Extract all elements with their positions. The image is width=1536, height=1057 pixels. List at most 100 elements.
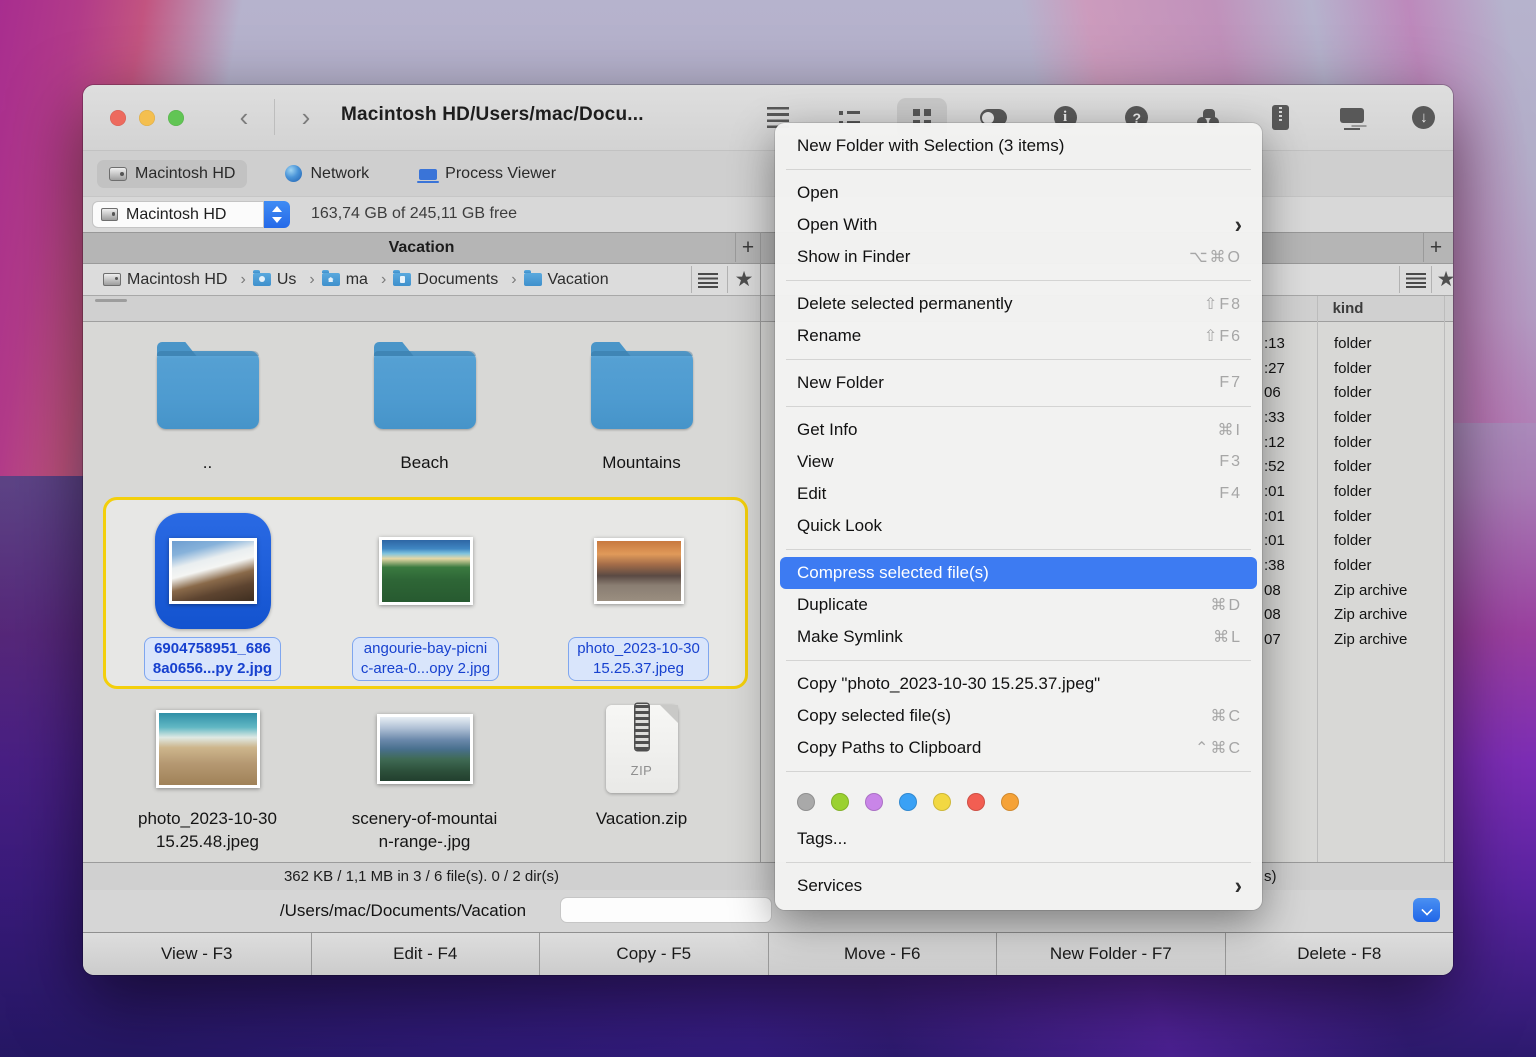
file-item[interactable]: angourie-bay-picni c-area-0...opy 2.jpg — [319, 509, 532, 681]
table-row[interactable]: :12 folder — [1264, 430, 1450, 455]
menu-item[interactable]: Show in Finder ⌥⌘O — [775, 241, 1262, 273]
file-name: 6904758951_686 8a0656...py 2.jpg — [143, 637, 282, 681]
breadcrumb-label: Macintosh HD — [127, 270, 228, 288]
menu-item[interactable]: Quick Look — [775, 510, 1262, 542]
menu-item[interactable]: Duplicate ⌘D — [775, 589, 1262, 621]
folder-home-icon[interactable]: ma — [321, 270, 394, 289]
menu-item[interactable]: Tags... — [775, 823, 1262, 855]
table-row[interactable]: :01 folder — [1264, 504, 1450, 529]
menu-item[interactable] — [786, 549, 1251, 550]
menu-item[interactable]: New Folder F7 — [775, 367, 1262, 399]
menu-item[interactable] — [786, 169, 1251, 170]
menu-item[interactable] — [786, 771, 1251, 772]
add-tab-button-right[interactable]: + — [1423, 233, 1448, 262]
drive-stepper[interactable] — [264, 201, 290, 228]
table-row[interactable]: 08 Zip archive — [1264, 578, 1450, 603]
table-row[interactable]: :33 folder — [1264, 405, 1450, 430]
favorites-star-icon-right[interactable]: ★ — [1433, 268, 1453, 292]
list-view-icon-right[interactable] — [1403, 268, 1429, 292]
function-key-button[interactable]: Copy - F5 — [540, 933, 769, 975]
table-row[interactable]: :01 folder — [1264, 479, 1450, 504]
table-row[interactable]: 08 Zip archive — [1264, 603, 1450, 628]
function-key-button[interactable]: New Folder - F7 — [997, 933, 1226, 975]
menu-item[interactable] — [786, 280, 1251, 281]
menu-item[interactable]: Open With — [775, 209, 1262, 241]
table-row[interactable]: :27 folder — [1264, 356, 1450, 381]
menu-item[interactable]: Get Info ⌘I — [775, 414, 1262, 446]
menu-item[interactable]: New Folder with Selection (3 items) — [775, 130, 1262, 162]
menu-item[interactable]: Rename ⇧F6 — [775, 320, 1262, 352]
traffic-light[interactable] — [139, 110, 155, 126]
file-item[interactable]: scenery-of-mountai n-range-.jpg — [316, 697, 533, 853]
table-row[interactable]: :38 folder — [1264, 553, 1450, 578]
menu-item[interactable]: Delete selected permanently ⇧F8 — [775, 288, 1262, 320]
column-header-kind-right[interactable]: kind — [1333, 300, 1364, 317]
file-thumbnail — [381, 540, 470, 602]
globe-icon[interactable]: Network — [273, 160, 381, 188]
tag-color-dot[interactable] — [899, 793, 917, 811]
tag-color-dot[interactable] — [1001, 793, 1019, 811]
folder-item[interactable]: Mountains — [533, 335, 750, 474]
archive-icon[interactable] — [1259, 97, 1301, 139]
folder-item[interactable]: Beach — [316, 335, 533, 474]
menu-item[interactable]: View F3 — [775, 446, 1262, 478]
tag-color-dot[interactable] — [797, 793, 815, 811]
tab-vacation[interactable]: Vacation — [83, 233, 760, 263]
menu-item[interactable]: Open — [775, 177, 1262, 209]
folder-docs-icon[interactable]: Documents — [393, 270, 523, 289]
function-key-button[interactable]: Delete - F8 — [1225, 933, 1453, 975]
file-item[interactable]: photo_2023-10-30 15.25.48.jpeg — [99, 697, 316, 853]
function-key-button[interactable]: View - F3 — [83, 933, 312, 975]
menu-item[interactable] — [786, 406, 1251, 407]
traffic-light[interactable] — [110, 110, 126, 126]
menu-item[interactable] — [786, 359, 1251, 360]
menu-item[interactable]: Services — [775, 870, 1262, 902]
table-row[interactable]: 07 Zip archive — [1264, 627, 1450, 652]
file-item[interactable]: 6904758951_686 8a0656...py 2.jpg — [106, 509, 319, 681]
laptop-icon[interactable]: Process Viewer — [407, 160, 568, 188]
favorites-star-icon[interactable]: ★ — [731, 268, 757, 292]
path-dropdown-button[interactable] — [1413, 898, 1440, 922]
menu-item[interactable]: Make Symlink ⌘L — [775, 621, 1262, 653]
back-button[interactable]: ‹ — [229, 100, 259, 134]
drive-select[interactable]: Macintosh HD — [92, 201, 264, 228]
pane-divider[interactable] — [760, 232, 761, 932]
menu-item[interactable]: Edit F4 — [775, 478, 1262, 510]
table-row[interactable]: :01 folder — [1264, 529, 1450, 554]
drive-icon[interactable]: Macintosh HD — [103, 271, 253, 289]
table-row[interactable]: :52 folder — [1264, 454, 1450, 479]
row-kind: folder — [1334, 384, 1372, 402]
command-input[interactable] — [560, 897, 772, 923]
menu-item[interactable]: Copy selected file(s) ⌘C — [775, 700, 1262, 732]
menu-item[interactable] — [786, 660, 1251, 661]
tag-color-dot[interactable] — [933, 793, 951, 811]
menu-shortcut: F3 — [1219, 453, 1242, 470]
traffic-light[interactable] — [168, 110, 184, 126]
file-item[interactable]: photo_2023-10-30 15.25.37.jpeg — [532, 509, 745, 681]
table-row[interactable]: :13 folder — [1264, 331, 1450, 356]
menu-item[interactable]: Copy Paths to Clipboard ⌃⌘C — [775, 732, 1262, 764]
folder-item[interactable]: .. — [99, 335, 316, 474]
file-item[interactable]: ZIP Vacation.zip — [533, 697, 750, 853]
menu-item[interactable] — [786, 862, 1251, 863]
traffic-lights — [110, 110, 184, 126]
tag-color-dot[interactable] — [865, 793, 883, 811]
folder-icon[interactable]: Vacation — [523, 270, 609, 289]
folder-name: Beach — [400, 453, 449, 472]
table-row[interactable]: 06 folder — [1264, 380, 1450, 405]
function-key-button[interactable]: Move - F6 — [768, 933, 997, 975]
add-tab-button[interactable]: + — [735, 233, 760, 262]
menu-item[interactable]: Compress selected file(s) — [780, 557, 1257, 589]
tag-color-dot[interactable] — [967, 793, 985, 811]
file-thumbnail — [379, 717, 470, 781]
list-view-icon[interactable] — [695, 268, 721, 292]
function-key-button[interactable]: Edit - F4 — [311, 933, 540, 975]
column-header[interactable] — [95, 299, 127, 302]
tag-color-dot[interactable] — [831, 793, 849, 811]
forward-button[interactable]: › — [291, 100, 321, 134]
drive-icon[interactable]: Macintosh HD — [97, 159, 248, 188]
download-icon[interactable] — [1403, 97, 1445, 139]
network-folder-icon[interactable] — [1331, 97, 1373, 139]
menu-item[interactable]: Copy "photo_2023-10-30 15.25.37.jpeg" — [775, 668, 1262, 700]
folder-users-icon[interactable]: Us — [252, 270, 322, 289]
